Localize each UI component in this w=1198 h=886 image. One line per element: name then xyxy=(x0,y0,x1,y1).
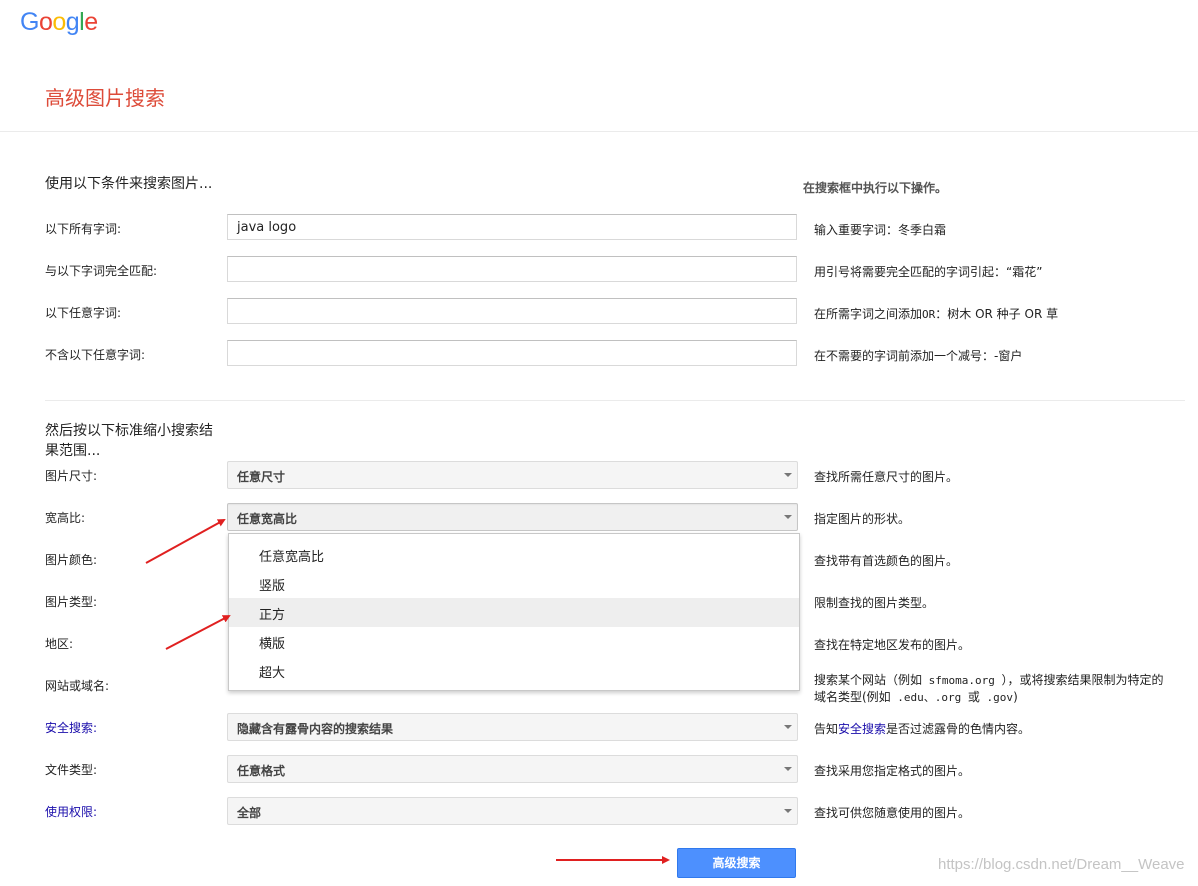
image-color-label: 图片颜色: xyxy=(45,553,98,567)
none-words-input[interactable] xyxy=(227,340,797,366)
all-words-hint: 输入重要字词：冬季白霜 xyxy=(814,223,947,237)
dropdown-option-highlighted[interactable]: 正方 xyxy=(229,598,799,627)
hint-code: .gov xyxy=(979,691,1014,704)
dropdown-option[interactable]: 任意宽高比 xyxy=(229,540,799,569)
none-words-label: 不含以下任意字词: xyxy=(45,348,146,362)
option-label: 竖版 xyxy=(259,579,286,594)
image-size-value: 任意尺寸 xyxy=(237,470,286,484)
all-words-value: java logo xyxy=(237,220,297,235)
image-size-label: 图片尺寸: xyxy=(45,469,98,483)
logo-letter: o xyxy=(52,8,66,36)
section1-heading: 使用以下条件来搜索图片... xyxy=(45,176,213,192)
usage-rights-select[interactable]: 全部 xyxy=(227,797,798,825)
region-label: 地区: xyxy=(45,637,74,651)
file-type-select[interactable]: 任意格式 xyxy=(227,755,798,783)
section1-right-heading: 在搜索框中执行以下操作。 xyxy=(803,181,948,195)
none-words-hint: 在不需要的字词前添加一个减号：-窗户 xyxy=(814,349,1023,363)
all-words-label: 以下所有字词: xyxy=(45,222,122,236)
option-label: 任意宽高比 xyxy=(259,550,325,565)
image-size-hint: 查找所需任意尺寸的图片。 xyxy=(814,470,959,484)
image-type-label: 图片类型: xyxy=(45,595,98,609)
hint-text: 在所需字词之间添加 xyxy=(814,307,923,321)
chevron-down-icon xyxy=(784,725,792,729)
dropdown-option[interactable]: 竖版 xyxy=(229,569,799,598)
exact-phrase-hint: 用引号将需要完全匹配的字词引起：“霜花” xyxy=(814,265,1043,279)
any-words-hint: 在所需字词之间添加OR：树木 OR 种子 OR 草 xyxy=(814,306,1174,323)
annotation-arrow xyxy=(165,615,231,650)
option-label: 超大 xyxy=(259,666,286,681)
hint-text: 或 xyxy=(967,690,980,704)
dropdown-option[interactable]: 超大 xyxy=(229,656,799,685)
hint-code: OR xyxy=(922,308,936,321)
site-domain-hint: 搜索某个网站（例如 sfmoma.org ），或将搜索结果限制为特定的域名类型(… xyxy=(814,672,1174,706)
image-color-hint: 查找带有首选颜色的图片。 xyxy=(814,554,959,568)
option-label: 横版 xyxy=(259,637,286,652)
section-divider xyxy=(45,400,1185,401)
file-type-value: 任意格式 xyxy=(237,764,286,778)
site-domain-label: 网站或域名: xyxy=(45,679,110,693)
dropdown-option[interactable]: 横版 xyxy=(229,627,799,656)
chevron-down-icon xyxy=(784,767,792,771)
hint-code: .edu、.org xyxy=(890,691,968,704)
hint-text: ) xyxy=(1013,690,1018,704)
logo-letter: g xyxy=(65,8,80,36)
usage-rights-label-link[interactable]: 使用权限: xyxy=(45,803,97,820)
image-size-select[interactable]: 任意尺寸 xyxy=(227,461,798,489)
exact-phrase-input[interactable] xyxy=(227,256,797,282)
section2-heading: 然后按以下标准缩小搜索结果范围... xyxy=(45,423,213,459)
file-type-hint: 查找采用您指定格式的图片。 xyxy=(814,764,971,778)
region-hint: 查找在特定地区发布的图片。 xyxy=(814,638,971,652)
advanced-search-button[interactable]: 高级搜索 xyxy=(677,848,796,878)
exact-phrase-label: 与以下字词完全匹配: xyxy=(45,264,158,278)
watermark: https://blog.csdn.net/Dream__Weave xyxy=(938,856,1185,873)
logo-letter: e xyxy=(84,8,98,36)
file-type-label: 文件类型: xyxy=(45,763,98,777)
hint-text: 是否过滤露骨的色情内容。 xyxy=(886,722,1031,736)
image-type-hint: 限制查找的图片类型。 xyxy=(814,596,935,610)
safe-search-select[interactable]: 隐藏含有露骨内容的搜索结果 xyxy=(227,713,798,741)
hint-text: 告知 xyxy=(814,722,839,736)
option-label: 正方 xyxy=(259,608,286,623)
hint-code: sfmoma.org xyxy=(922,674,1002,687)
aspect-ratio-dropdown-menu[interactable]: 任意宽高比 竖版 正方 横版 超大 xyxy=(228,533,800,691)
logo-letter: G xyxy=(20,8,39,36)
safe-search-value: 隐藏含有露骨内容的搜索结果 xyxy=(237,722,394,736)
hint-text: ：树木 OR 种子 OR 草 xyxy=(935,307,1059,321)
page-title: 高级图片搜索 xyxy=(45,86,165,110)
usage-rights-value: 全部 xyxy=(237,806,262,820)
logo-letter: o xyxy=(38,8,53,36)
safe-search-hint: 告知安全搜索是否过滤露骨的色情内容。 xyxy=(814,721,1174,737)
chevron-down-icon xyxy=(784,515,792,519)
safe-search-link[interactable]: 安全搜索 xyxy=(838,722,886,736)
hint-text: 搜索某个网站（例如 xyxy=(814,673,923,687)
aspect-ratio-hint: 指定图片的形状。 xyxy=(814,512,911,526)
usage-rights-hint: 查找可供您随意使用的图片。 xyxy=(814,806,971,820)
aspect-ratio-value: 任意宽高比 xyxy=(237,512,298,526)
aspect-ratio-select[interactable]: 任意宽高比 xyxy=(227,503,798,531)
annotation-arrow xyxy=(145,519,226,564)
header-divider xyxy=(0,131,1198,132)
all-words-input[interactable]: java logo xyxy=(227,214,797,240)
safe-search-label-link[interactable]: 安全搜索: xyxy=(45,719,97,736)
any-words-input[interactable] xyxy=(227,298,797,324)
any-words-label: 以下任意字词: xyxy=(45,306,122,320)
google-logo[interactable]: Google xyxy=(20,8,98,37)
aspect-ratio-label: 宽高比: xyxy=(45,511,86,525)
chevron-down-icon xyxy=(784,473,792,477)
chevron-down-icon xyxy=(784,809,792,813)
